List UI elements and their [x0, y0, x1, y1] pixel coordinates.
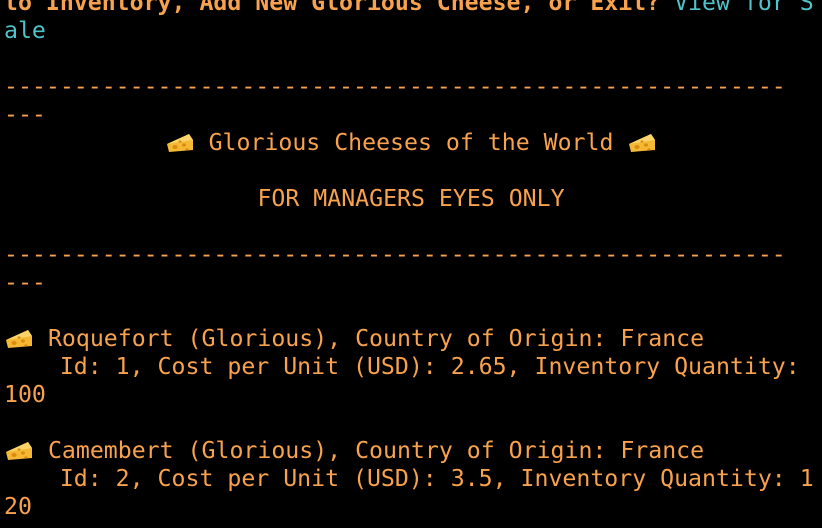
cheese-icon — [627, 130, 657, 154]
cheese-detail-wrap: 20 — [4, 493, 32, 520]
cheese-name-line: Camembert (Glorious), Country of Origin:… — [4, 437, 822, 465]
page-subtitle: FOR MANAGERS EYES ONLY — [257, 185, 565, 212]
cheese-detail-line: Id: 2, Cost per Unit (USD): 3.5, Invento… — [4, 465, 814, 492]
list-item: Roquefort (Glorious), Country of Origin:… — [4, 325, 822, 409]
list-item: Camembert (Glorious), Country of Origin:… — [4, 437, 822, 521]
cheese-icon — [4, 438, 34, 462]
divider-bottom-wrap: --- — [4, 269, 46, 296]
typed-input: View for S — [674, 0, 814, 16]
typed-input-wrap: ale — [4, 17, 46, 44]
cheese-name-text: Camembert (Glorious), Country of Origin:… — [34, 437, 705, 464]
cheese-icon — [165, 130, 195, 154]
page-title: Glorious Cheeses of the World — [4, 129, 818, 157]
cheese-name-text: Roquefort (Glorious), Country of Origin:… — [34, 325, 705, 352]
cheese-name-line: Roquefort (Glorious), Country of Origin:… — [4, 325, 822, 353]
prompt-text: to Inventory, Add New Glorious Cheese, o… — [4, 0, 675, 16]
prompt-line-2: ale — [4, 17, 822, 45]
divider-bottom: ----------------------------------------… — [4, 241, 786, 268]
cheese-detail-line: Id: 1, Cost per Unit (USD): 2.65, Invent… — [4, 353, 800, 380]
title-text: Glorious Cheeses of the World — [194, 129, 628, 156]
divider-top: ----------------------------------------… — [4, 73, 786, 100]
cheese-icon — [4, 326, 34, 350]
prompt-line-1: to Inventory, Add New Glorious Cheese, o… — [4, 0, 822, 17]
cheese-detail-wrap: 100 — [4, 381, 46, 408]
divider-top-wrap: --- — [4, 101, 46, 128]
terminal-output: to Inventory, Add New Glorious Cheese, o… — [4, 0, 822, 521]
